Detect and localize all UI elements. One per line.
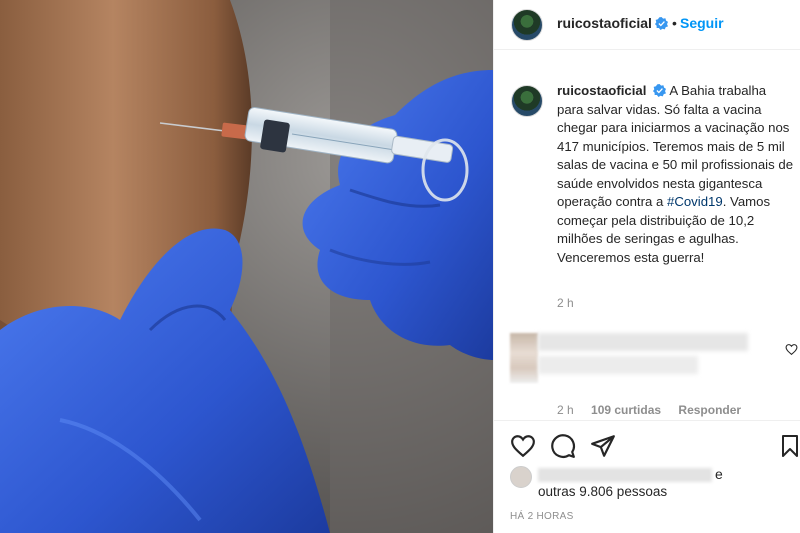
likers-conjunction: e [715,466,723,482]
comment-likes[interactable]: 109 curtidas [591,403,661,417]
comment-like-heart-icon[interactable] [785,343,798,356]
post-username[interactable]: ruicostaoficial [557,15,652,31]
comment-text-blurred [538,333,748,351]
reply-button[interactable]: Responder [678,403,741,417]
profile-avatar[interactable] [511,9,543,41]
comment-icon[interactable] [550,433,576,459]
post-image [0,0,493,533]
caption-avatar[interactable] [511,85,543,117]
caption-text: ruicostaoficial A Bahia trabalha para sa… [557,82,795,267]
heart-icon[interactable] [510,433,536,459]
comment-text-blurred-2 [538,356,698,374]
caption-body: A Bahia trabalha para salvar vidas. Só f… [557,83,794,209]
verified-badge-icon [653,84,667,97]
comment-avatar-blurred [510,333,538,383]
comment-meta: 2 h 109 curtidas Responder [557,403,755,417]
post-header: ruicostaoficial • Seguir [494,0,800,50]
liker-name-blurred [538,468,712,482]
likes-summary: e outras 9.806 pessoas [510,466,800,506]
vaccination-photo [0,0,493,533]
likes-count[interactable]: outras 9.806 pessoas [538,484,667,499]
share-icon[interactable] [590,433,616,459]
post-sidebar: ruicostaoficial • Seguir ruicostaoficial… [493,0,800,533]
follow-button[interactable]: Seguir [680,15,724,31]
hashtag-link[interactable]: #Covid19 [667,194,723,209]
bookmark-icon[interactable] [780,433,800,459]
separator-dot: • [672,15,677,31]
action-bar [494,420,800,470]
liker-avatar[interactable] [510,466,532,488]
comment-item: 2 h 109 curtidas Responder [494,330,800,420]
caption-username[interactable]: ruicostaoficial [557,83,646,98]
comment-timestamp: 2 h [557,403,574,417]
caption-timestamp: 2 h [557,296,574,310]
post-time: HÁ 2 HORAS [510,511,574,522]
verified-badge-icon [655,17,668,30]
